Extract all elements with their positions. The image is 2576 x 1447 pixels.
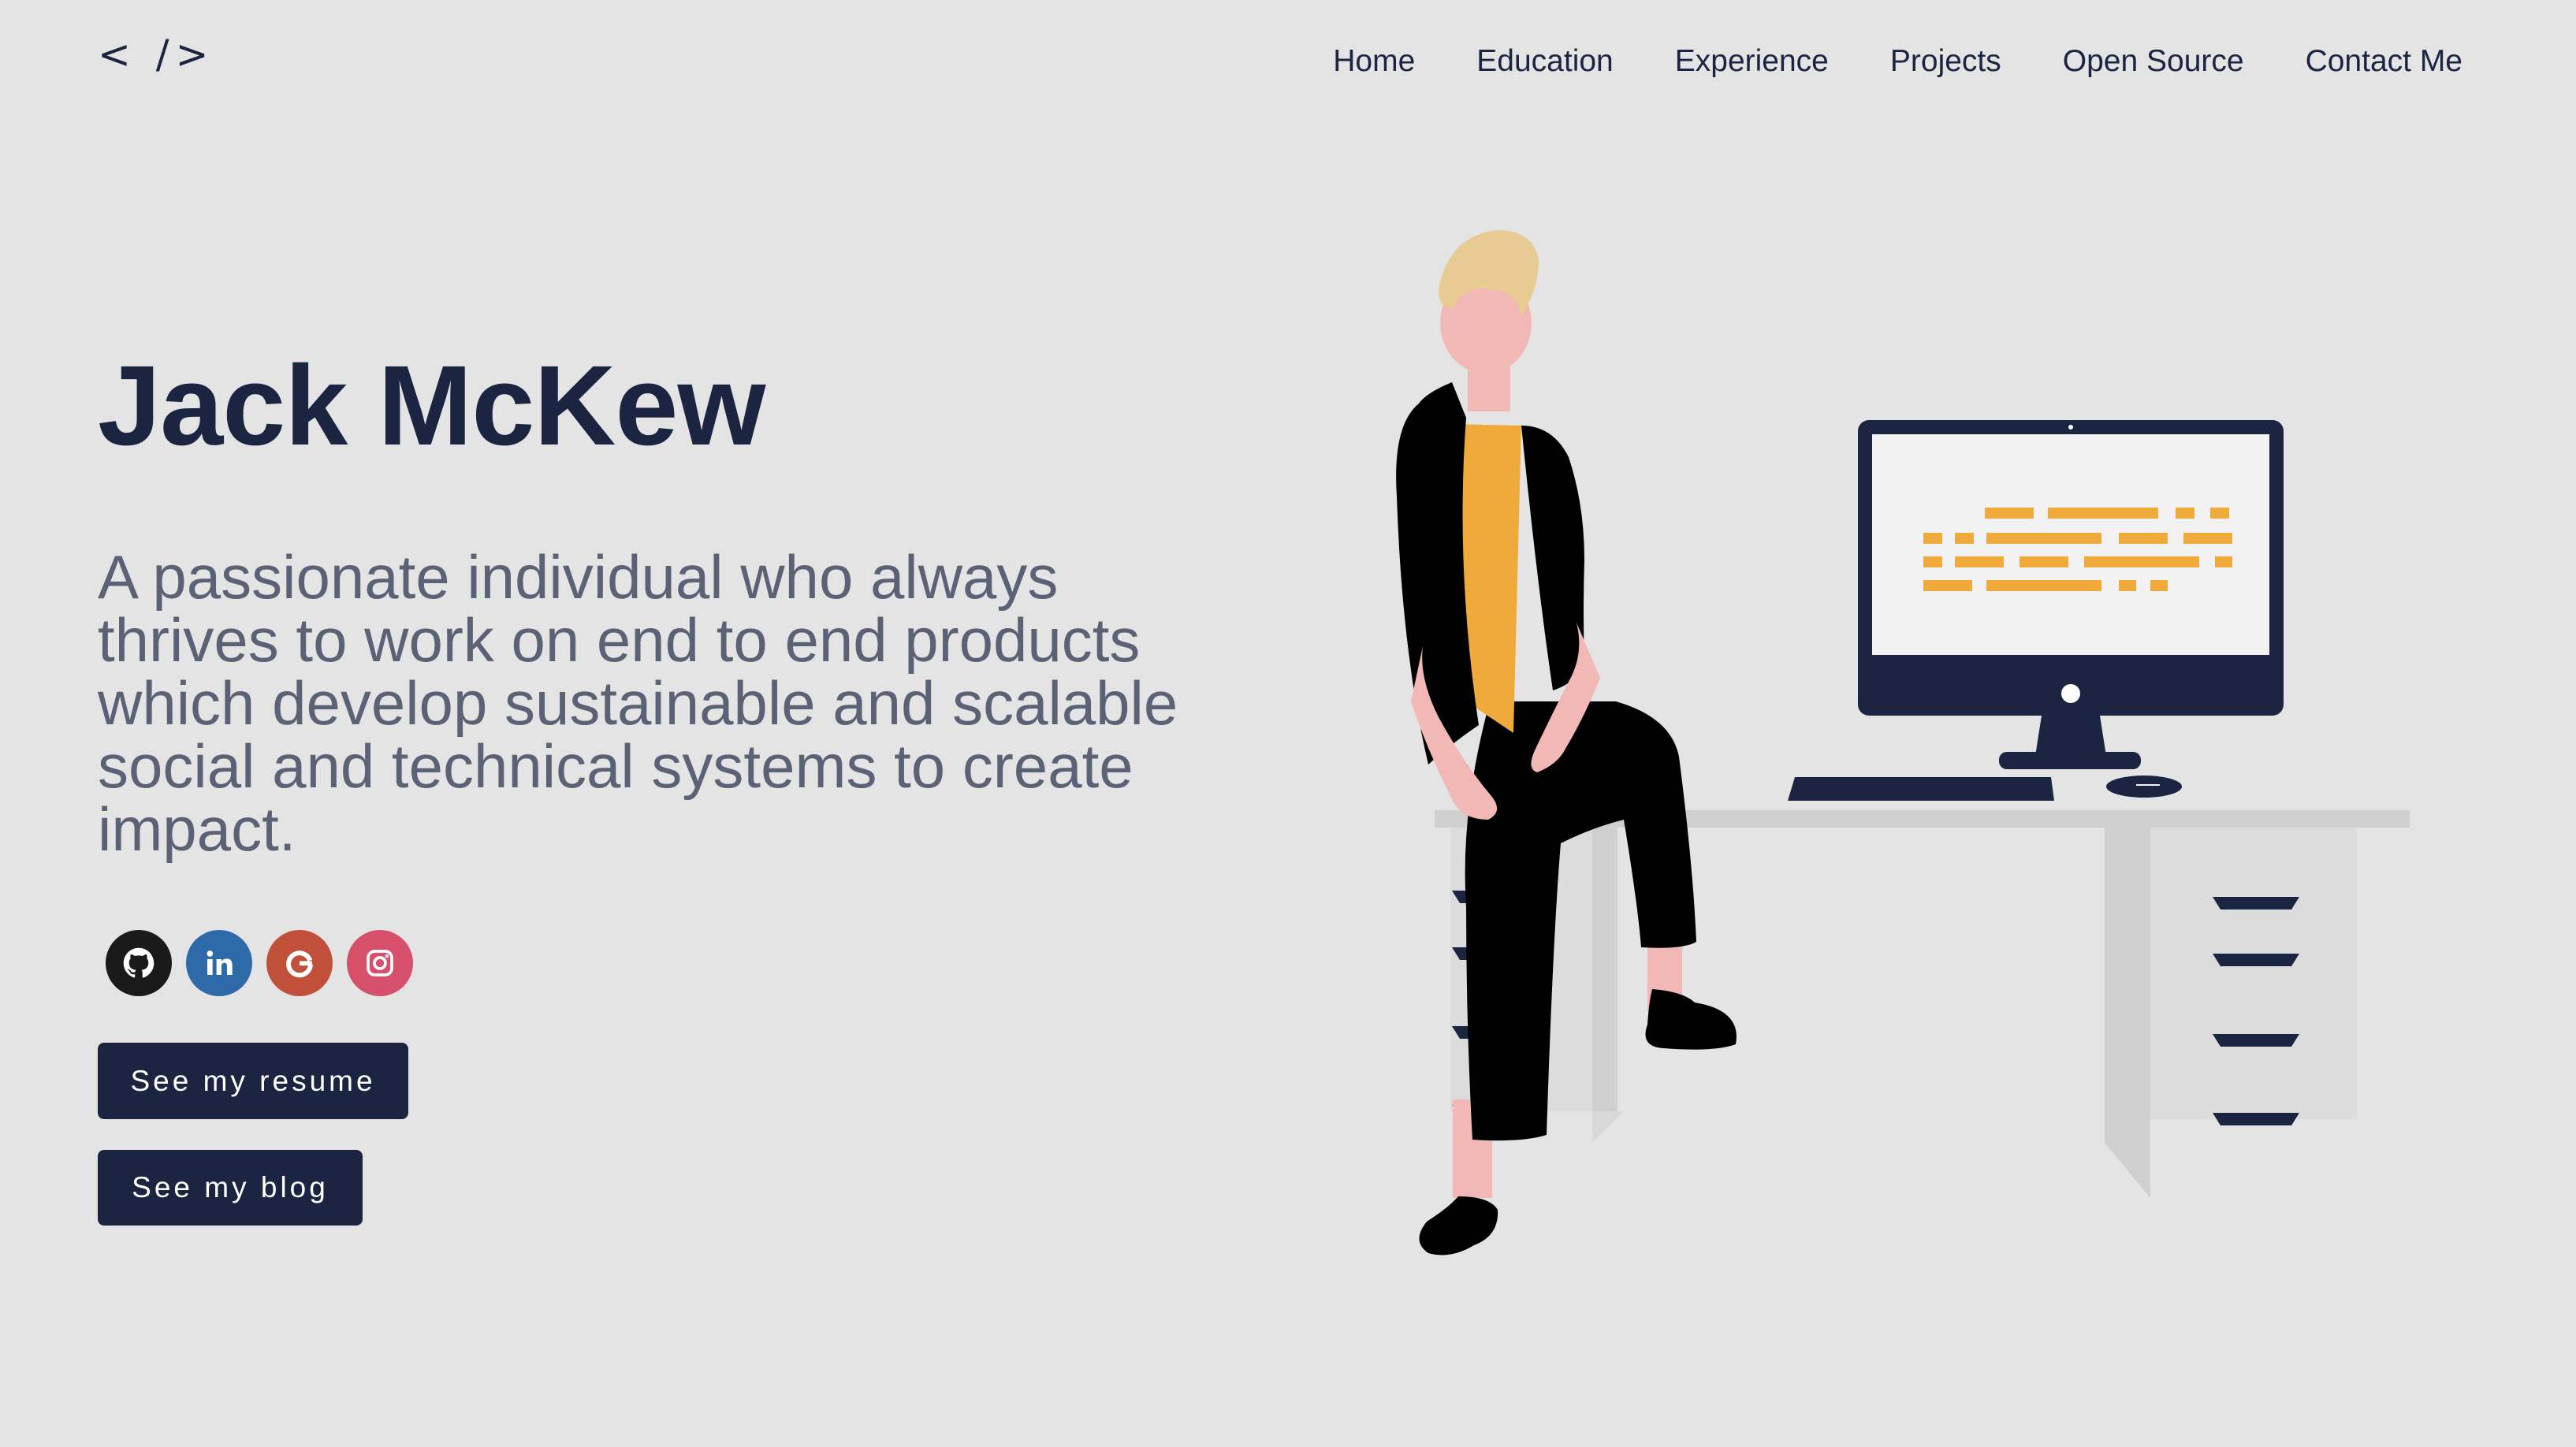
linkedin-icon (207, 950, 233, 975)
instagram-icon (367, 950, 393, 976)
see-resume-button[interactable]: See my resume (98, 1043, 408, 1119)
github-icon (123, 947, 154, 978)
monitor (1788, 420, 2284, 801)
google-icon (286, 950, 313, 978)
google-link[interactable] (266, 930, 333, 996)
nav-home[interactable]: Home (1333, 44, 1415, 79)
linkedin-link[interactable] (186, 930, 252, 996)
nav-open-source[interactable]: Open Source (2063, 44, 2244, 79)
hero-subtitle: A passionate individual who always thriv… (98, 542, 1178, 864)
top-nav: Home Education Experience Projects Open … (1333, 44, 2462, 79)
hero-title: Jack McKew (98, 342, 765, 469)
instagram-link[interactable] (347, 930, 413, 996)
desk (1435, 810, 2410, 1198)
social-links (106, 930, 413, 996)
nav-projects[interactable]: Projects (1890, 44, 2001, 79)
github-link[interactable] (106, 930, 172, 996)
developer-illustration (1396, 230, 2410, 1255)
logo[interactable]: < /> (98, 32, 215, 77)
nav-experience[interactable]: Experience (1675, 44, 1829, 79)
nav-education[interactable]: Education (1476, 44, 1613, 79)
see-blog-button[interactable]: See my blog (98, 1150, 363, 1226)
nav-contact-me[interactable]: Contact Me (2306, 44, 2462, 79)
